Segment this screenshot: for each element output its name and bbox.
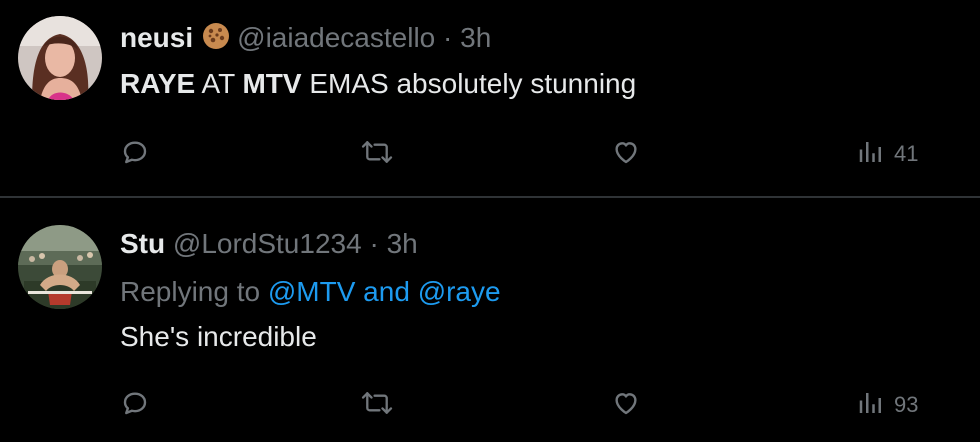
views-icon (856, 388, 886, 423)
retweet-button[interactable] (360, 134, 394, 174)
like-icon (610, 388, 642, 423)
cookie-emoji-icon (201, 21, 231, 60)
action-bar: 93 (0, 385, 980, 425)
separator-dot: · (443, 22, 453, 53)
tweet-timestamp[interactable]: 3h (460, 22, 491, 53)
tweet-text-bold: RAYE (120, 68, 196, 99)
retweet-icon (360, 137, 394, 172)
separator-dot: · (369, 228, 379, 259)
views-icon (856, 137, 886, 172)
tweet-header: Stu @LordStu1234 · 3h (120, 226, 418, 262)
reply-button[interactable] (120, 134, 150, 174)
like-button[interactable] (610, 134, 642, 174)
tweet-text: RAYE AT MTV EMAS absolutely stunning (120, 66, 636, 102)
reply-icon (120, 388, 150, 423)
reply-button[interactable] (120, 385, 150, 425)
views-button[interactable]: 41 (856, 134, 918, 174)
views-count: 41 (894, 141, 919, 166)
tweet-text-segment: AT (195, 68, 243, 99)
retweet-button[interactable] (360, 385, 394, 425)
author-name[interactable]: neusi (120, 22, 193, 53)
views-count: 93 (894, 392, 919, 417)
replying-to: Replying to @MTV and @raye (120, 274, 501, 310)
tweet-timestamp[interactable]: 3h (387, 228, 418, 259)
author-name[interactable]: Stu (120, 228, 165, 259)
replying-conjunction: and (355, 276, 418, 307)
mention-link[interactable]: @raye (418, 276, 501, 307)
avatar[interactable] (18, 16, 102, 100)
avatar[interactable] (18, 225, 102, 309)
like-icon (610, 137, 642, 172)
mention-link[interactable]: @MTV (268, 276, 356, 307)
tweet-text: She's incredible (120, 321, 317, 352)
tweet-text-bold: MTV (242, 68, 302, 99)
tweet-divider (0, 196, 980, 198)
tweet-header: neusi @iaiadecastello · 3h (120, 20, 491, 60)
action-bar: 41 (0, 134, 980, 174)
like-button[interactable] (610, 385, 642, 425)
reply-icon (120, 137, 150, 172)
views-button[interactable]: 93 (856, 385, 918, 425)
author-handle[interactable]: @LordStu1234 (173, 228, 362, 259)
tweet-text-segment: EMAS absolutely stunning (301, 68, 637, 99)
author-handle[interactable]: @iaiadecastello (237, 22, 435, 53)
retweet-icon (360, 388, 394, 423)
tweet[interactable]: neusi @iaiadecastello · 3h RAYE AT MTV EM… (0, 0, 980, 197)
replying-prefix: Replying to (120, 276, 268, 307)
tweet[interactable]: Stu @LordStu1234 · 3h Replying to @MTV a… (0, 199, 980, 442)
